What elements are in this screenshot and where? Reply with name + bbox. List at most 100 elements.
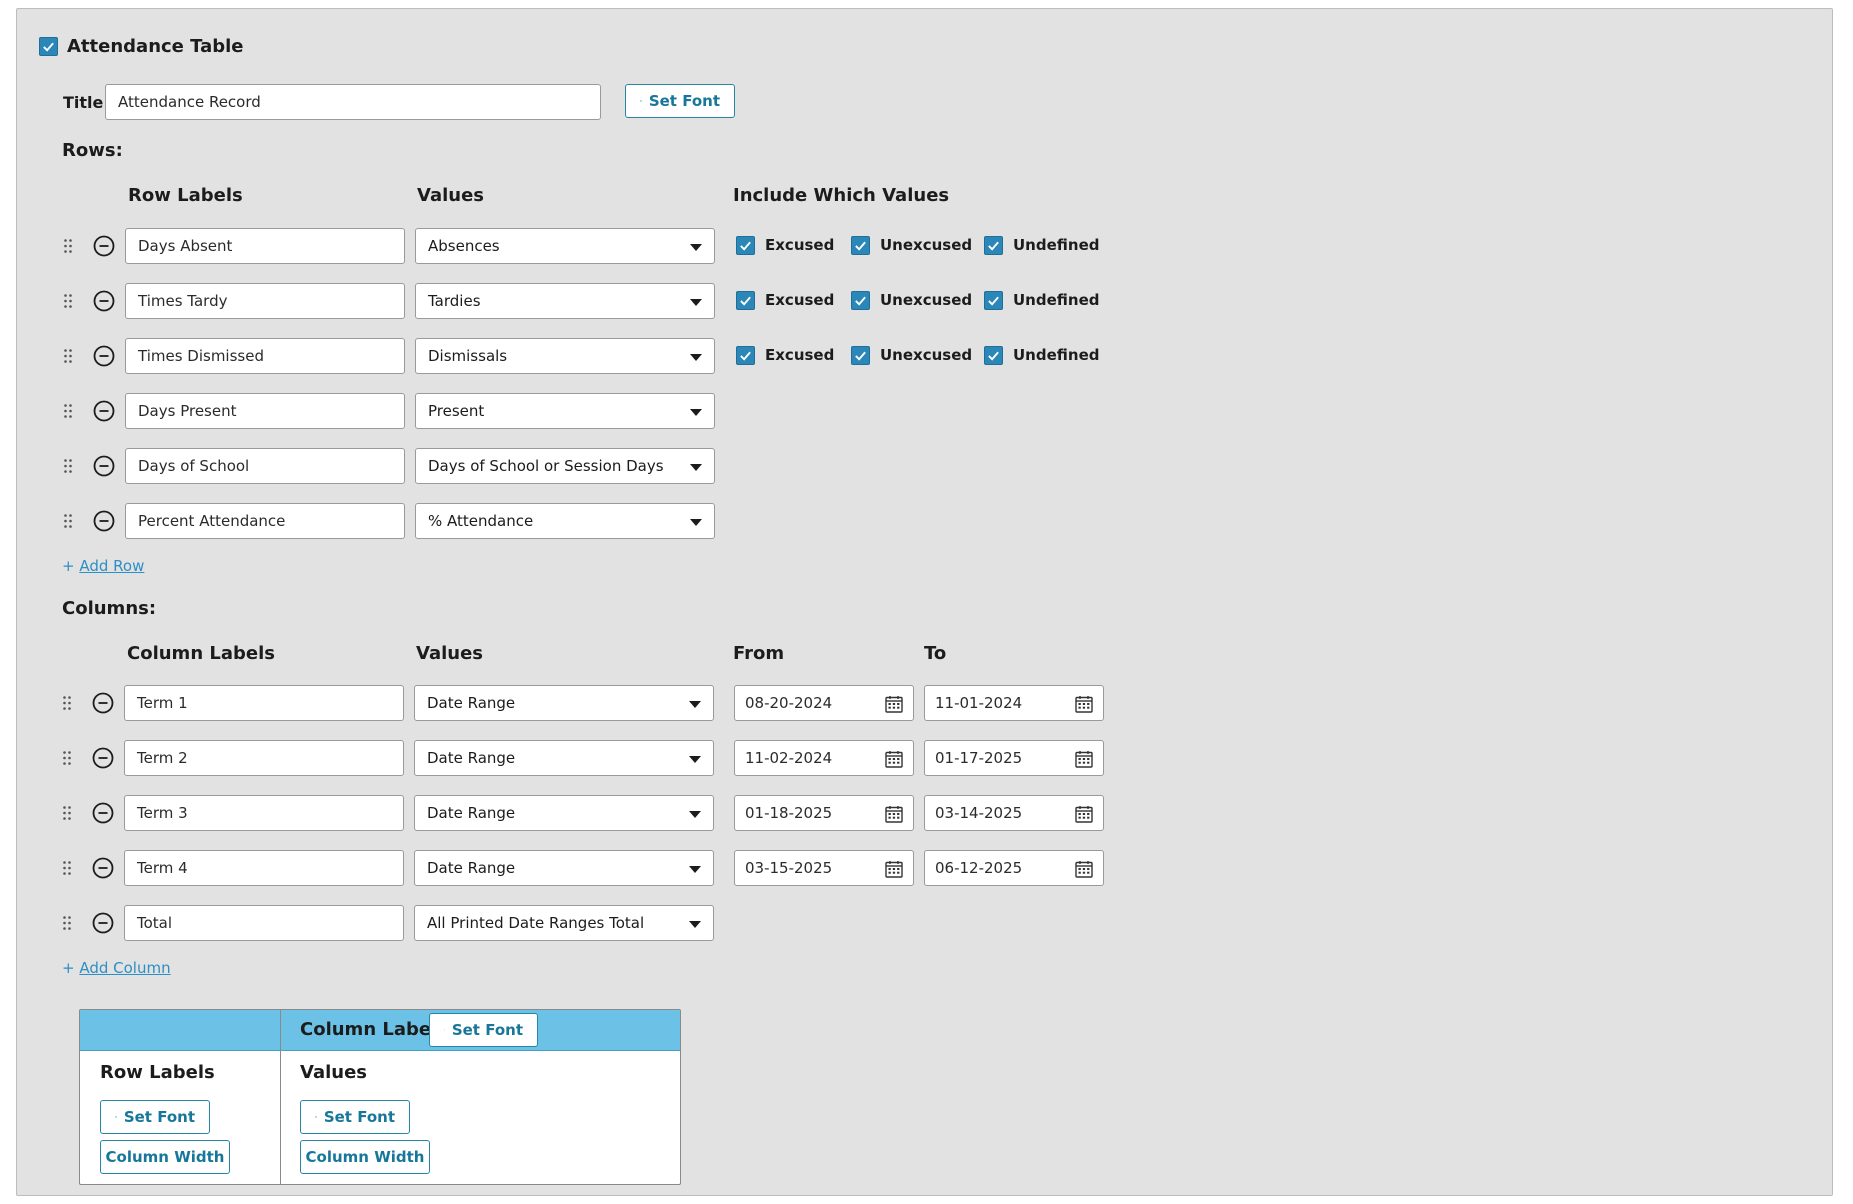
drag-handle-icon[interactable]	[62, 695, 72, 711]
column-value-select[interactable]: Date Range	[414, 740, 714, 776]
column-value-select[interactable]: Date Range	[414, 850, 714, 886]
row-label-input[interactable]: Days Present	[125, 393, 405, 429]
remove-column-icon[interactable]	[92, 912, 114, 934]
column-value-select[interactable]: All Printed Date Ranges Total	[414, 905, 714, 941]
to-date-input[interactable]: 06-12-2025	[924, 850, 1104, 886]
row-label-input[interactable]: Percent Attendance	[125, 503, 405, 539]
drag-handle-icon[interactable]	[62, 805, 72, 821]
remove-row-icon[interactable]	[93, 455, 115, 477]
calendar-icon[interactable]	[1075, 805, 1093, 823]
row-label-input[interactable]: Days Absent	[125, 228, 405, 264]
include-excused-checkbox[interactable]	[736, 236, 755, 255]
row-value-select[interactable]: Present	[415, 393, 715, 429]
row-value-select[interactable]: Days of School or Session Days	[415, 448, 715, 484]
row-labels-set-font-button[interactable]: Set Font	[100, 1100, 210, 1134]
from-date-input[interactable]: 08-20-2024	[734, 685, 914, 721]
from-date-input[interactable]: 11-02-2024	[734, 740, 914, 776]
calendar-icon[interactable]	[1075, 750, 1093, 768]
row-value-select[interactable]: % Attendance	[415, 503, 715, 539]
column-value-select[interactable]: Date Range	[414, 685, 714, 721]
column-value-text: Date Range	[427, 859, 516, 877]
include-undefined-checkbox[interactable]	[984, 291, 1003, 310]
title-set-font-button[interactable]: Set Font	[625, 84, 735, 118]
remove-row-icon[interactable]	[93, 510, 115, 532]
checkmark-icon	[43, 42, 54, 52]
drag-handle-icon[interactable]	[62, 750, 72, 766]
remove-row-icon[interactable]	[93, 290, 115, 312]
remove-column-icon[interactable]	[92, 802, 114, 824]
calendar-icon[interactable]	[1075, 695, 1093, 713]
column-labels-set-font-button[interactable]: Set Font	[429, 1013, 538, 1047]
drag-handle-icon[interactable]	[63, 293, 73, 309]
drag-handle-icon[interactable]	[63, 513, 73, 529]
include-undefined-checkbox[interactable]	[984, 236, 1003, 255]
dropdown-caret-icon	[689, 701, 701, 708]
title-input[interactable]: Attendance Record	[105, 84, 601, 120]
to-date-input[interactable]: 01-17-2025	[924, 740, 1104, 776]
from-date-text: 03-15-2025	[745, 859, 833, 877]
include-excused-label: Excused	[765, 236, 835, 254]
to-header: To	[924, 643, 947, 664]
from-date-input[interactable]: 01-18-2025	[734, 795, 914, 831]
drag-handle-icon[interactable]	[63, 348, 73, 364]
from-date-input[interactable]: 03-15-2025	[734, 850, 914, 886]
include-values-header: Include Which Values	[733, 185, 950, 206]
remove-column-icon[interactable]	[92, 857, 114, 879]
column-label-input[interactable]: Term 3	[124, 795, 404, 831]
column-label-input[interactable]: Term 1	[124, 685, 404, 721]
to-date-text: 06-12-2025	[935, 859, 1023, 877]
remove-column-icon[interactable]	[92, 692, 114, 714]
include-excused-label: Excused	[765, 291, 835, 309]
include-unexcused-checkbox[interactable]	[851, 236, 870, 255]
to-date-input[interactable]: 03-14-2025	[924, 795, 1104, 831]
column-value-select[interactable]: Date Range	[414, 795, 714, 831]
remove-column-icon[interactable]	[92, 747, 114, 769]
column-label-input[interactable]: Term 2	[124, 740, 404, 776]
include-unexcused-checkbox[interactable]	[851, 291, 870, 310]
row-value-select[interactable]: Dismissals	[415, 338, 715, 374]
drag-handle-icon[interactable]	[63, 458, 73, 474]
drag-handle-icon[interactable]	[62, 915, 72, 931]
row-value-text: Days of School or Session Days	[428, 457, 664, 475]
include-excused-checkbox[interactable]	[736, 346, 755, 365]
dropdown-caret-icon	[690, 354, 702, 361]
font-icon	[315, 1116, 317, 1118]
values-set-font-button[interactable]: Set Font	[300, 1100, 410, 1134]
include-undefined-checkbox[interactable]	[984, 346, 1003, 365]
layout-row-labels-title: Row Labels	[100, 1062, 215, 1083]
drag-handle-icon[interactable]	[62, 860, 72, 876]
include-excused-checkbox[interactable]	[736, 291, 755, 310]
to-date-text: 11-01-2024	[935, 694, 1023, 712]
table-layout-box: Column Labels Set Font Row Labels Set Fo…	[79, 1009, 681, 1185]
remove-row-icon[interactable]	[93, 400, 115, 422]
row-value-text: Dismissals	[428, 347, 508, 365]
calendar-icon[interactable]	[885, 750, 903, 768]
include-undefined-label: Undefined	[1013, 346, 1100, 364]
calendar-icon[interactable]	[885, 860, 903, 878]
drag-handle-icon[interactable]	[63, 403, 73, 419]
layout-values-title: Values	[300, 1062, 367, 1083]
include-undefined-label: Undefined	[1013, 291, 1100, 309]
column-label-input[interactable]: Term 4	[124, 850, 404, 886]
row-value-select[interactable]: Tardies	[415, 283, 715, 319]
column-label-input[interactable]: Total	[124, 905, 404, 941]
remove-row-icon[interactable]	[93, 345, 115, 367]
row-label-input[interactable]: Times Tardy	[125, 283, 405, 319]
calendar-icon[interactable]	[885, 695, 903, 713]
title-label: Title	[63, 93, 104, 112]
to-date-text: 03-14-2025	[935, 804, 1023, 822]
row-label-input[interactable]: Days of School	[125, 448, 405, 484]
calendar-icon[interactable]	[885, 805, 903, 823]
drag-handle-icon[interactable]	[63, 238, 73, 254]
attendance-table-checkbox[interactable]	[39, 37, 58, 56]
values-column-width-button[interactable]: Column Width	[300, 1140, 430, 1174]
row-labels-column-width-button[interactable]: Column Width	[100, 1140, 230, 1174]
to-date-input[interactable]: 11-01-2024	[924, 685, 1104, 721]
remove-row-icon[interactable]	[93, 235, 115, 257]
add-row-link[interactable]: + Add Row	[62, 557, 144, 575]
add-column-link[interactable]: + Add Column	[62, 959, 171, 977]
calendar-icon[interactable]	[1075, 860, 1093, 878]
row-value-select[interactable]: Absences	[415, 228, 715, 264]
include-unexcused-checkbox[interactable]	[851, 346, 870, 365]
row-label-input[interactable]: Times Dismissed	[125, 338, 405, 374]
